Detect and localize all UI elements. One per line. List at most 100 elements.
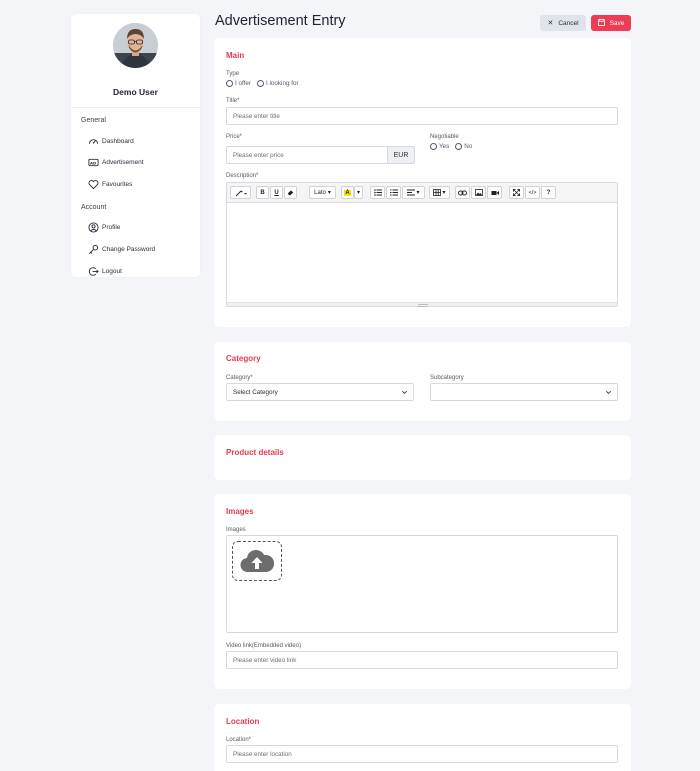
radio-button[interactable] [455,143,463,150]
upload-image-button[interactable] [232,541,282,581]
font-color-button[interactable]: A [341,186,354,199]
save-button[interactable]: Save [591,15,631,31]
bold-icon: B [260,189,265,196]
clear-format-button[interactable] [284,186,297,199]
negotiable-option-no[interactable]: No [455,143,472,150]
help-button[interactable]: ? [541,186,556,199]
negotiable-option-yes[interactable]: Yes [430,143,449,150]
magic-style-button[interactable]: ✦ [230,186,251,199]
images-label: Images [226,527,246,533]
type-option-offer[interactable]: I offer [226,80,251,87]
subcategory-label: Subcategory [430,375,464,381]
cloud-upload-icon [240,550,274,573]
account-heading: Account [81,204,107,211]
price-input[interactable]: Please enter price [226,146,388,164]
sidebar-item-logout[interactable]: Logout [88,265,122,277]
fullscreen-icon [513,189,520,196]
user-name: Demo User [113,87,158,97]
main-section-title: Main [226,51,245,60]
unordered-list-button[interactable] [370,186,385,199]
eraser-icon [287,190,294,196]
description-editor: ✦ B U Lato ▾ A ▾ ▾ ▾ </> ? [226,182,618,307]
category-select[interactable]: Select Category [226,383,414,401]
sidebar-item-label: Advertisement [102,158,144,166]
underline-icon: U [274,189,279,196]
title-label: Title* [226,98,240,104]
sidebar-item-label: Favourites [102,180,133,188]
paragraph-align-dropdown[interactable]: ▾ [402,186,425,199]
images-section: Images Images Video link(Embedded video)… [214,494,631,689]
font-name: Lato [314,189,326,196]
close-icon: ✕ [547,20,554,27]
price-label: Price* [226,134,243,140]
svg-text:✦: ✦ [240,189,244,194]
images-dropzone[interactable] [226,535,618,633]
sidebar-item-change-password[interactable]: Change Password [88,243,155,255]
sidebar-item-profile[interactable]: Profile [88,221,120,233]
video-button[interactable] [487,186,502,199]
save-icon [597,18,605,28]
sidebar-item-favourites[interactable]: Favourites [88,178,132,190]
video-icon [491,190,499,195]
font-color-dropdown[interactable]: ▾ [354,186,363,199]
code-icon: </> [528,189,537,196]
sidebar-item-advertisement[interactable]: AD Advertisement [88,156,144,168]
cancel-button[interactable]: ✕ Cancel [540,15,586,31]
negotiable-option-label: Yes [439,143,450,150]
type-option-label: I looking for [266,80,299,87]
avatar[interactable] [113,23,158,68]
magic-wand-icon: ✦ [235,189,247,196]
link-button[interactable] [455,186,470,199]
general-heading: General [81,117,106,124]
editor-toolbar: ✦ B U Lato ▾ A ▾ ▾ ▾ </> ? [227,183,617,203]
category-label: Category* [226,375,253,381]
category-select-value: Select Category [233,388,278,396]
video-link-label: Video link(Embedded video) [226,643,301,649]
negotiable-label: Negotiable [430,134,459,140]
product-details-title: Product details [226,448,284,457]
code-view-button[interactable]: </> [525,186,540,199]
type-option-looking[interactable]: I looking for [257,80,299,87]
link-icon [458,190,467,195]
description-label: Description* [226,173,259,179]
save-label: Save [609,19,625,27]
type-label: Type [226,71,240,77]
image-icon [474,189,483,196]
location-section-title: Location [226,717,260,726]
bullet-list-icon [373,189,382,196]
radio-button[interactable] [226,80,233,87]
editor-resize-handle[interactable] [227,302,617,307]
title-input[interactable]: Please enter title [226,107,618,125]
underline-button[interactable]: U [270,186,283,199]
sidebar-item-label: Dashboard [102,137,134,145]
sidebar-item-label: Profile [102,223,121,231]
chevron-down-icon [606,390,611,394]
page-title: Advertisement Entry [215,13,346,29]
radio-button[interactable] [430,143,437,150]
font-family-dropdown[interactable]: Lato ▾ [309,186,336,199]
location-input[interactable]: Please enter location [226,745,618,763]
sidebar-divider [71,107,200,108]
help-icon: ? [546,189,551,196]
bold-button[interactable]: B [256,186,269,199]
location-section: Location Location* Please enter location [214,704,631,771]
sidebar-item-label: Change Password [102,245,156,253]
sidebar-item-dashboard[interactable]: Dashboard [88,135,134,147]
image-button[interactable] [471,186,486,199]
fullscreen-button[interactable] [509,186,524,199]
caret-down-icon: ▾ [356,190,360,196]
advertisement-icon: AD [88,158,99,166]
table-dropdown[interactable]: ▾ [429,186,450,199]
caret-down-icon: ▾ [416,190,420,196]
type-option-label: I offer [235,80,251,87]
subcategory-select[interactable] [430,383,618,401]
video-link-input[interactable]: Please enter video link [226,651,618,669]
sidebar-item-label: Logout [102,267,122,275]
caret-down-icon: ▾ [442,190,446,196]
images-section-title: Images [226,507,254,516]
radio-button[interactable] [257,80,264,87]
ordered-list-button[interactable] [386,186,401,199]
logout-icon [88,266,99,276]
cancel-label: Cancel [558,19,579,27]
negotiable-option-label: No [464,143,473,150]
